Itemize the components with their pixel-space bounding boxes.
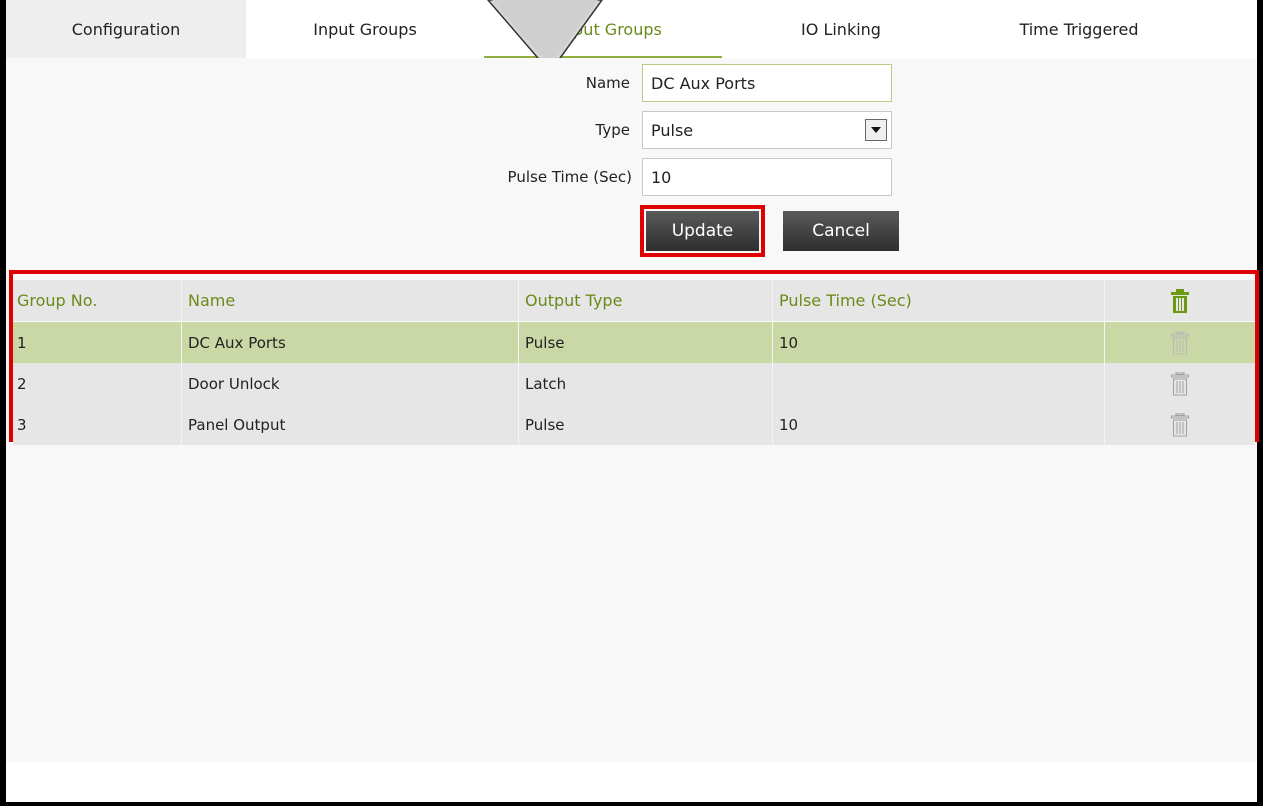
tab-time-triggered[interactable]: Time Triggered xyxy=(960,0,1198,58)
cell-pulse-time: 10 xyxy=(773,404,1105,445)
table-row[interactable]: 3 Panel Output Pulse 10 xyxy=(13,404,1255,445)
cell-pulse-time xyxy=(773,363,1105,404)
tab-configuration[interactable]: Configuration xyxy=(6,0,246,58)
output-groups-table: Group No. Name Output Type Pulse Time (S… xyxy=(9,270,1259,445)
table-row[interactable]: 1 DC Aux Ports Pulse 10 xyxy=(13,322,1255,363)
table-header: Group No. Name Output Type Pulse Time (S… xyxy=(13,280,1255,321)
trash-icon xyxy=(1171,330,1189,355)
update-button[interactable]: Update xyxy=(640,205,765,257)
delete-row-button[interactable] xyxy=(1105,404,1255,445)
header-group-no[interactable]: Group No. xyxy=(13,280,182,321)
header-pulse-time[interactable]: Pulse Time (Sec) xyxy=(773,280,1105,321)
pulse-time-input-value: 10 xyxy=(651,167,672,187)
cell-group-no: 2 xyxy=(13,363,182,404)
name-input[interactable]: DC Aux Ports xyxy=(642,64,892,102)
name-label: Name xyxy=(585,74,630,92)
cancel-button[interactable]: Cancel xyxy=(783,211,899,251)
delete-row-button[interactable] xyxy=(1105,322,1255,363)
delete-row-button[interactable] xyxy=(1105,363,1255,404)
chevron-down-icon[interactable] xyxy=(865,119,887,141)
type-select[interactable]: Pulse xyxy=(642,111,892,149)
pulse-time-label: Pulse Time (Sec) xyxy=(507,168,632,186)
tab-input-groups[interactable]: Input Groups xyxy=(246,0,484,58)
cell-name: Panel Output xyxy=(182,404,519,445)
cell-pulse-time: 10 xyxy=(773,322,1105,363)
pulse-time-input[interactable]: 10 xyxy=(642,158,892,196)
type-select-value: Pulse xyxy=(651,120,694,140)
tab-bar: Configuration Input Groups Output Groups… xyxy=(6,0,1257,58)
trash-icon xyxy=(1171,412,1189,437)
type-label: Type xyxy=(595,121,630,139)
footer-area xyxy=(6,762,1257,802)
table-row[interactable]: 2 Door Unlock Latch xyxy=(13,363,1255,404)
group-edit-form xyxy=(6,58,1257,268)
cell-name: Door Unlock xyxy=(182,363,519,404)
tab-io-linking[interactable]: IO Linking xyxy=(722,0,960,58)
name-input-value: DC Aux Ports xyxy=(651,73,756,93)
trash-icon xyxy=(1171,288,1189,313)
cell-group-no: 3 xyxy=(13,404,182,445)
cell-output-type: Pulse xyxy=(519,322,773,363)
header-output-type[interactable]: Output Type xyxy=(519,280,773,321)
trash-icon xyxy=(1171,371,1189,396)
delete-all-button[interactable] xyxy=(1105,280,1255,321)
cell-output-type: Pulse xyxy=(519,404,773,445)
cell-group-no: 1 xyxy=(13,322,182,363)
cell-output-type: Latch xyxy=(519,363,773,404)
cell-name: DC Aux Ports xyxy=(182,322,519,363)
header-name[interactable]: Name xyxy=(182,280,519,321)
